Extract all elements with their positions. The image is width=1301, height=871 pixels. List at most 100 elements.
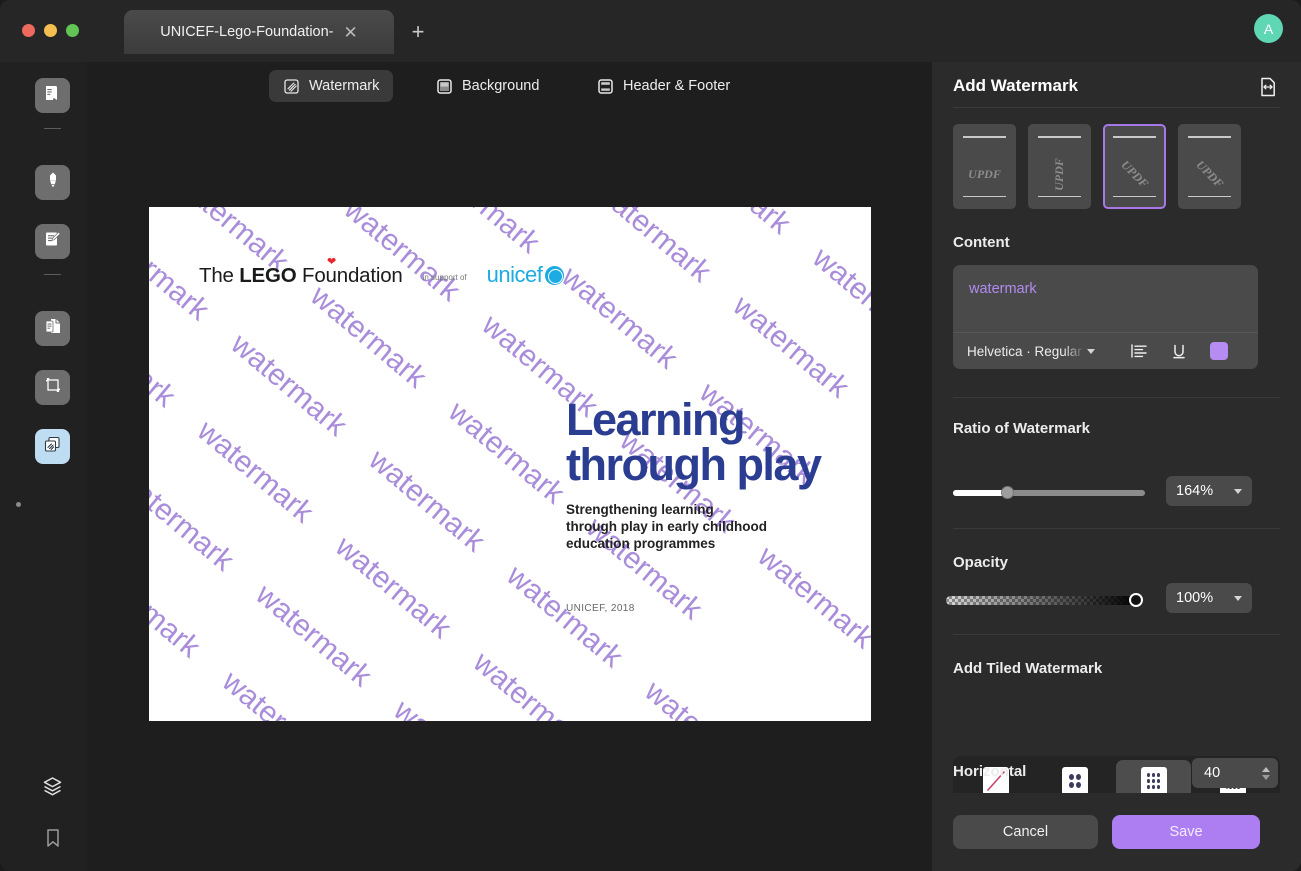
watermark-text: watermark bbox=[337, 207, 467, 309]
tab-background[interactable]: Background bbox=[422, 70, 553, 102]
underline-icon[interactable] bbox=[1166, 340, 1192, 362]
tab-header-footer-label: Header & Footer bbox=[623, 78, 731, 94]
watermark-text: watermark bbox=[417, 207, 545, 261]
content-section-label: Content bbox=[953, 234, 1010, 251]
document-viewer[interactable]: watermark watermark watermark watermark wate… bbox=[86, 110, 932, 871]
ratio-slider-thumb[interactable] bbox=[1000, 486, 1014, 499]
fit-page-width-icon[interactable] bbox=[1257, 76, 1279, 98]
ratio-section-label: Ratio of Watermark bbox=[953, 420, 1090, 437]
watermark-content-field[interactable]: watermark Helvetica · Regular bbox=[953, 265, 1258, 369]
page-subtitle: Strengthening learning through play in e… bbox=[566, 501, 767, 552]
window-controls bbox=[22, 24, 79, 37]
tile-option-2x2[interactable] bbox=[1037, 760, 1112, 793]
watermark-row: watermarkwatermarkwatermarkwatermarkwate… bbox=[149, 472, 570, 721]
title-line-1: Learning bbox=[566, 394, 746, 445]
minimize-window-button[interactable] bbox=[44, 24, 57, 37]
editor-tab-bar: Watermark Background Header & Footer bbox=[86, 62, 932, 110]
brand-foundation: Foundation bbox=[296, 264, 403, 287]
sidebar-item-bookmark[interactable] bbox=[35, 823, 70, 858]
watermark-pages-icon bbox=[42, 434, 63, 460]
panel-title: Add Watermark bbox=[953, 76, 1079, 95]
watermark-text: watermark bbox=[224, 327, 354, 444]
sidebar-item-watermark[interactable] bbox=[35, 429, 70, 464]
watermark-row: watermarkwatermarkwatermarkwatermarkwate… bbox=[149, 501, 626, 721]
watermark-preset-2[interactable]: UPDF bbox=[1028, 124, 1091, 209]
unicef-globe-icon bbox=[545, 265, 565, 285]
page-title: Learning through play bbox=[566, 394, 822, 490]
opacity-value-select[interactable]: 100% bbox=[1166, 583, 1252, 613]
watermark-panel-scroll[interactable]: Add Watermark UPDF UPDF UPDF UPDF Conten… bbox=[932, 62, 1301, 793]
opacity-slider[interactable] bbox=[946, 593, 1144, 607]
panel-footer: Cancel Save bbox=[932, 793, 1301, 871]
highlighter-icon bbox=[43, 170, 63, 195]
sidebar-item-reader[interactable] bbox=[35, 78, 70, 113]
tab-watermark[interactable]: Watermark bbox=[269, 70, 394, 102]
sidebar-item-layers[interactable] bbox=[35, 771, 70, 806]
watermark-text: watermark bbox=[751, 540, 871, 656]
watermark-preset-1[interactable]: UPDF bbox=[953, 124, 1016, 209]
opacity-slider-thumb[interactable] bbox=[1129, 593, 1144, 607]
sidebar-item-edit[interactable] bbox=[35, 224, 70, 259]
watermark-panel: Add Watermark UPDF UPDF UPDF UPDF Conten… bbox=[932, 62, 1301, 871]
maximize-window-button[interactable] bbox=[66, 24, 79, 37]
avatar[interactable]: A bbox=[1254, 14, 1283, 43]
font-select[interactable]: Helvetica · Regular bbox=[967, 344, 1112, 359]
watermark-text: watermark bbox=[467, 646, 596, 721]
watermark-preset-4[interactable]: UPDF bbox=[1178, 124, 1241, 209]
content-format-bar: Helvetica · Regular bbox=[953, 332, 1258, 369]
preset-1-label: UPDF bbox=[968, 166, 1001, 181]
tile-option-3x3[interactable] bbox=[1116, 760, 1191, 793]
reader-icon bbox=[43, 83, 63, 108]
title-line-2: through play bbox=[566, 439, 822, 490]
plus-icon[interactable]: + bbox=[406, 19, 430, 44]
horizontal-label: Horizontal bbox=[953, 763, 1027, 780]
in-support-of-label: in support of bbox=[422, 273, 467, 282]
tab-background-label: Background bbox=[462, 78, 540, 94]
watermark-text: watermark bbox=[726, 289, 856, 405]
tile-2x2-icon bbox=[1061, 767, 1088, 793]
sidebar-item-organize[interactable] bbox=[35, 311, 70, 346]
close-window-button[interactable] bbox=[22, 24, 35, 37]
align-left-icon[interactable] bbox=[1126, 340, 1152, 362]
watermark-text: watermark bbox=[588, 207, 718, 290]
tab-header-footer[interactable]: Header & Footer bbox=[583, 70, 744, 102]
watermark-preset-3[interactable]: UPDF bbox=[1103, 124, 1166, 209]
opacity-value: 100% bbox=[1176, 590, 1214, 606]
watermark-text: watermark bbox=[555, 260, 684, 376]
horizontal-stepper[interactable]: 40 bbox=[1192, 758, 1278, 788]
left-sidebar bbox=[0, 62, 86, 871]
watermark-text: watermark bbox=[500, 559, 630, 675]
watermark-preset-list: UPDF UPDF UPDF UPDF bbox=[953, 124, 1241, 209]
sidebar-divider bbox=[44, 128, 61, 129]
watermark-text: watermark bbox=[191, 414, 320, 530]
header-footer-icon bbox=[597, 78, 614, 95]
title-bar: UNICEF-Lego-Foundation- ✕ + A bbox=[0, 0, 1301, 62]
watermark-color-swatch[interactable] bbox=[1210, 342, 1228, 360]
watermark-text: watermark bbox=[442, 395, 571, 511]
stepper-up-icon[interactable] bbox=[1262, 766, 1270, 772]
document-tab[interactable]: UNICEF-Lego-Foundation- ✕ bbox=[124, 10, 394, 54]
save-button[interactable]: Save bbox=[1112, 815, 1260, 849]
chevron-down-icon bbox=[1234, 488, 1242, 494]
panel-divider bbox=[953, 107, 1280, 108]
sidebar-item-crop[interactable] bbox=[35, 370, 70, 405]
tiled-section-label: Add Tiled Watermark bbox=[953, 660, 1103, 677]
watermark-text: watermark bbox=[215, 665, 344, 721]
watermark-text: watermark bbox=[329, 530, 458, 646]
watermark-text: watermark bbox=[149, 713, 265, 721]
layers-icon bbox=[41, 775, 64, 803]
stepper-down-icon[interactable] bbox=[1262, 774, 1270, 780]
watermark-text: watermark bbox=[149, 298, 182, 415]
ratio-slider[interactable] bbox=[953, 486, 1145, 500]
horizontal-value: 40 bbox=[1204, 765, 1221, 781]
ratio-value-select[interactable]: 164% bbox=[1166, 476, 1252, 506]
document-page[interactable]: watermark watermark watermark watermark wate… bbox=[149, 207, 871, 721]
cancel-button[interactable]: Cancel bbox=[953, 815, 1098, 849]
document-branding: The LEGO Foundation ❤ in support of unic… bbox=[199, 256, 565, 288]
brand-the: The bbox=[199, 264, 240, 287]
close-icon[interactable]: ✕ bbox=[344, 24, 358, 41]
sidebar-item-annotate[interactable] bbox=[35, 165, 70, 200]
document-tab-label: UNICEF-Lego-Foundation- bbox=[160, 24, 334, 40]
stepper-arrows[interactable] bbox=[1262, 766, 1270, 780]
panel-divider bbox=[953, 634, 1280, 635]
